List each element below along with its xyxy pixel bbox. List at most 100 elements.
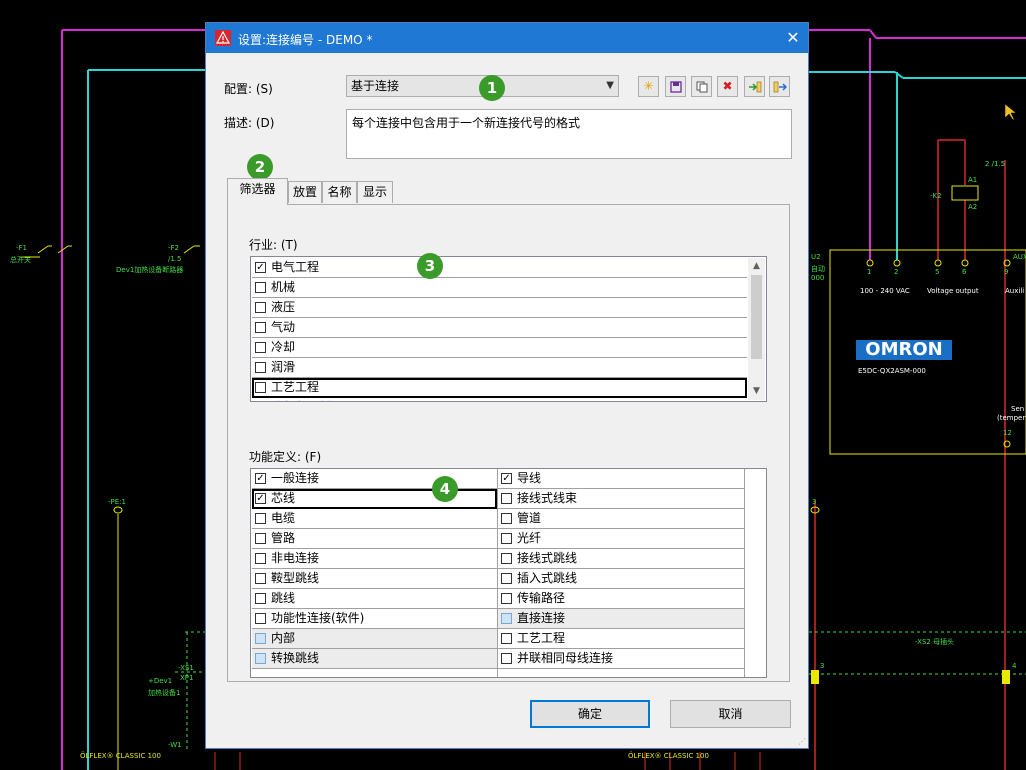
function-item[interactable]: 工艺工程: [498, 629, 744, 649]
import-config-button[interactable]: [744, 76, 765, 97]
save-config-button[interactable]: [665, 76, 686, 97]
function-item[interactable]: ✓ 一般连接: [252, 469, 497, 489]
industry-item[interactable]: 冷却: [252, 338, 747, 358]
industry-item[interactable]: 液压: [252, 298, 747, 318]
industry-item[interactable]: 气动: [252, 318, 747, 338]
checkbox[interactable]: [255, 513, 266, 524]
label-f1: -F1: [16, 244, 28, 252]
function-item[interactable]: ✓ 芯线: [252, 489, 497, 509]
tab-name[interactable]: 名称: [322, 181, 357, 203]
checkbox[interactable]: [501, 493, 512, 504]
function-item[interactable]: 转换跳线: [252, 649, 497, 669]
checkbox[interactable]: [255, 362, 266, 373]
function-item[interactable]: 传输路径: [498, 589, 744, 609]
label-term2: 2: [894, 268, 899, 276]
checkbox[interactable]: [255, 282, 266, 293]
checkbox[interactable]: ✓: [501, 473, 512, 484]
title-bar[interactable]: 设置:连接编号 - DEMO * ✕: [206, 23, 808, 53]
function-item[interactable]: 跳线: [252, 589, 497, 609]
checkbox[interactable]: [255, 322, 266, 333]
label-voltage-output: Voltage output: [927, 287, 979, 295]
function-item-label: 跳线: [271, 591, 296, 605]
function-item-label: 接线式跳线: [517, 551, 578, 565]
function-item[interactable]: ✓ 导线: [498, 469, 744, 489]
ok-button[interactable]: 确定: [530, 700, 650, 728]
checkbox[interactable]: [255, 382, 266, 393]
tab-display[interactable]: 显示: [357, 181, 393, 203]
new-config-button[interactable]: ✳: [638, 76, 659, 97]
checkbox[interactable]: ✓: [255, 262, 266, 273]
label-a2: A2: [968, 203, 978, 211]
function-item[interactable]: 接线式跳线: [498, 549, 744, 569]
checkbox[interactable]: [255, 553, 266, 564]
function-item[interactable]: 内部: [252, 629, 497, 649]
save-icon: [669, 81, 682, 93]
industry-list[interactable]: 冷却润滑剂 工艺工程 润滑 冷却 气动 液压 机械 ✓ 电气工程 ▲ ▼: [250, 256, 767, 402]
tab-filter[interactable]: 筛选器: [227, 178, 288, 205]
function-item[interactable]: 光纤: [498, 529, 744, 549]
industry-item[interactable]: 机械: [252, 278, 747, 298]
delete-config-button[interactable]: ✖: [717, 76, 738, 97]
function-item[interactable]: 电缆: [252, 509, 497, 529]
function-item[interactable]: 非电连接: [252, 549, 497, 569]
checkbox[interactable]: [501, 633, 512, 644]
function-item-label: 导线: [517, 471, 542, 485]
function-item[interactable]: 插入式跳线: [498, 569, 744, 589]
industry-item[interactable]: 润滑: [252, 358, 747, 378]
label-f2-sub: Dev1加热设备断路器: [116, 266, 184, 274]
function-item[interactable]: 并联相同母线连接: [498, 649, 744, 669]
function-item[interactable]: 功能性连接(软件): [252, 609, 497, 629]
industry-item[interactable]: 冷却润滑剂: [252, 398, 747, 401]
cancel-button[interactable]: 取消: [670, 700, 791, 728]
checkbox[interactable]: ✓: [255, 473, 266, 484]
warning-app-icon: [215, 30, 231, 46]
close-button[interactable]: ✕: [778, 23, 808, 53]
label-dev1: +Dev1: [148, 677, 173, 685]
omron-logo: OMRON: [856, 340, 952, 360]
checkbox[interactable]: [255, 342, 266, 353]
checkbox[interactable]: [255, 593, 266, 604]
function-item[interactable]: 管道: [498, 509, 744, 529]
export-icon: [773, 81, 787, 93]
industry-item[interactable]: 工艺工程: [252, 378, 747, 398]
checkbox[interactable]: [255, 613, 266, 624]
tab-placement[interactable]: 放置: [288, 181, 322, 203]
industry-scrollbar[interactable]: ▲ ▼: [748, 258, 765, 400]
checkbox[interactable]: [501, 553, 512, 564]
import-icon: [748, 81, 761, 93]
industry-item[interactable]: ✓ 电气工程: [252, 258, 747, 278]
label-f2-ref: /1.5: [168, 255, 182, 263]
scroll-up-icon[interactable]: ▲: [748, 258, 765, 275]
description-field[interactable]: 每个连接中包含用于一个新连接代号的格式: [346, 109, 792, 159]
checkbox[interactable]: [501, 533, 512, 544]
checkbox[interactable]: [501, 653, 512, 664]
function-item[interactable]: 接线式线束: [498, 489, 744, 509]
industry-item-label: 液压: [271, 300, 296, 314]
checkbox[interactable]: [501, 613, 512, 624]
function-item[interactable]: 直接连接: [498, 609, 744, 629]
checkbox[interactable]: [255, 533, 266, 544]
checkbox[interactable]: [501, 593, 512, 604]
checkbox[interactable]: [501, 573, 512, 584]
checkbox[interactable]: [255, 633, 266, 644]
export-config-button[interactable]: [769, 76, 790, 97]
dialog-title: 设置:连接编号 - DEMO *: [238, 33, 373, 47]
label-olflex-1: ÖLFLEX® CLASSIC 100: [80, 752, 161, 760]
checkbox[interactable]: [255, 573, 266, 584]
function-item-label: 管路: [271, 531, 296, 545]
resize-grip-icon[interactable]: ⋰: [798, 737, 806, 746]
callout-badge-2: 2: [247, 154, 273, 180]
label-u2-num: 000: [811, 274, 825, 282]
checkbox[interactable]: [255, 302, 266, 313]
industry-item-label: 气动: [271, 320, 296, 334]
label-term6: 6: [962, 268, 967, 276]
copy-config-button[interactable]: [691, 76, 712, 97]
checkbox[interactable]: [501, 513, 512, 524]
scrollbar-thumb[interactable]: [751, 275, 762, 359]
scroll-down-icon[interactable]: ▼: [748, 383, 765, 400]
function-definition-grid[interactable]: ✓ 一般连接 ✓ 芯线 电缆管路非电连接 鞍型跳线跳线功能性连接(软件) 内部 转换跳线 ✓ 导线…: [250, 468, 767, 678]
checkbox[interactable]: ✓: [255, 493, 266, 504]
checkbox[interactable]: [255, 653, 266, 664]
function-item[interactable]: 管路: [252, 529, 497, 549]
function-item[interactable]: 鞍型跳线: [252, 569, 497, 589]
